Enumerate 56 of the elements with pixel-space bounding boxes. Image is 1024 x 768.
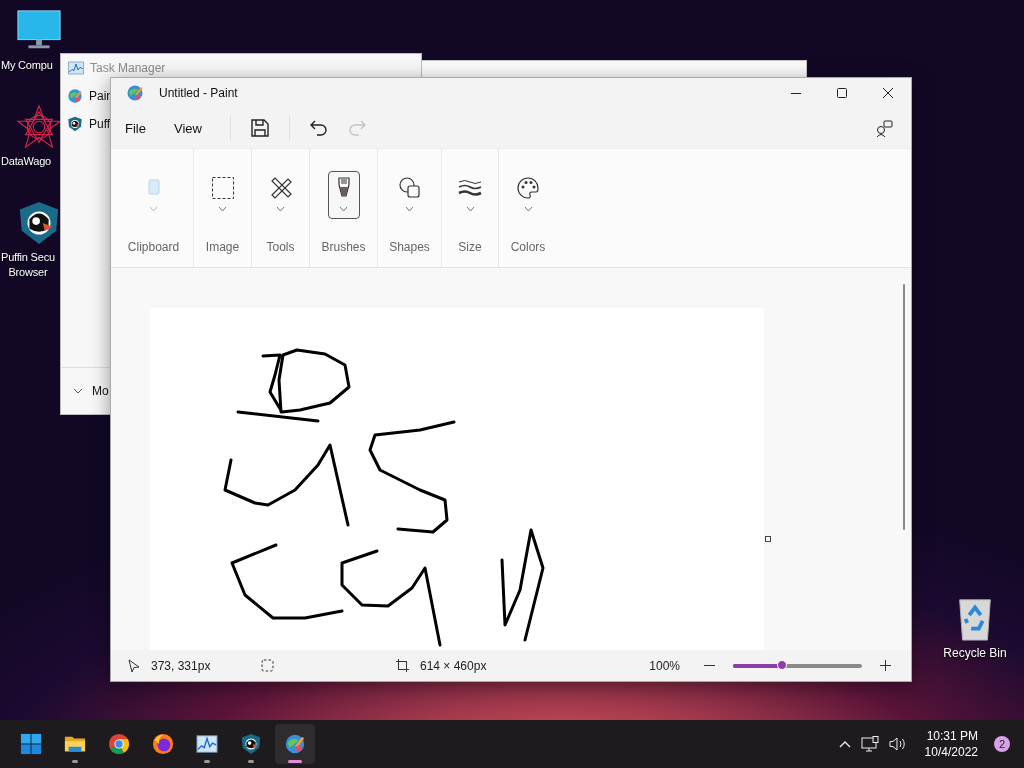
ribbon-tool-button[interactable]: [327, 171, 360, 219]
menu-item[interactable]: File: [115, 114, 156, 142]
ribbon-group-label: Shapes: [389, 240, 430, 254]
chevron-down-icon: [339, 206, 348, 212]
chevron-down-icon: [276, 206, 285, 212]
start-icon: [20, 733, 42, 755]
more-details-link[interactable]: Mo: [92, 384, 109, 398]
zoom-slider[interactable]: [733, 663, 862, 668]
chevron-down-icon: [465, 206, 475, 212]
chevron-down-icon: [523, 206, 533, 212]
ribbon-group-label: Clipboard: [127, 240, 180, 254]
chevron-down-icon: [405, 206, 414, 212]
notification-badge[interactable]: 2: [994, 736, 1010, 752]
palette-globe-icon: [126, 84, 144, 102]
window-title: Untitled - Paint: [159, 86, 238, 100]
menu-item[interactable]: View: [163, 114, 212, 142]
ribbon-group-label: Tools: [266, 240, 295, 254]
chevron-down-icon: [218, 206, 227, 212]
palette-globe-icon: [284, 733, 306, 755]
process-item[interactable]: Puff: [89, 117, 111, 131]
canvas-size: 614 × 460px: [420, 658, 487, 673]
chevron-down-icon: [149, 206, 158, 212]
desktop-icon-label[interactable]: My Compu: [1, 58, 53, 73]
puffin-shield-icon: [67, 116, 83, 132]
chevron-down-icon[interactable]: [73, 388, 83, 394]
taskbar-app-button[interactable]: [275, 724, 315, 764]
ribbon-group-label: Colors: [510, 240, 546, 254]
puffin-shield-icon: [240, 733, 262, 755]
shapes-icon: [397, 176, 422, 200]
fox-globe-icon: [152, 733, 174, 755]
desktop-icon-label[interactable]: DataWago: [1, 154, 51, 169]
selection-icon: [210, 176, 235, 200]
canvas-size-icon: [396, 659, 409, 672]
resize-handle[interactable]: [765, 536, 771, 542]
scrollbar[interactable]: [903, 284, 905, 530]
browser-circle-icon: [108, 733, 130, 755]
window-title: Task Manager: [90, 61, 166, 75]
star-pattern-icon[interactable]: [16, 104, 62, 150]
desktop-icon-label[interactable]: Puffin Secu Browser: [1, 250, 55, 280]
ribbon-group-label: Size: [458, 240, 482, 254]
cursor-position: 373, 331px: [151, 658, 211, 673]
clock-time[interactable]: 10:31 PM: [926, 728, 978, 744]
palette-globe-icon: [67, 88, 83, 104]
graph-icon: [68, 60, 84, 76]
volume-icon[interactable]: [888, 736, 907, 752]
zoom-level: 100%: [649, 658, 680, 673]
clock-date[interactable]: 10/4/2022: [924, 744, 978, 760]
ribbon-group-label: Image: [205, 240, 240, 254]
palette-icon: [516, 176, 540, 200]
pointer-icon: [128, 658, 140, 673]
graph-icon: [196, 733, 218, 755]
chevron-up-icon[interactable]: [838, 740, 851, 748]
selection-icon: [261, 659, 274, 672]
ribbon-group-label: Brushes: [321, 240, 366, 254]
desktop-icon-label[interactable]: Recycle Bin: [943, 646, 1007, 661]
network-icon[interactable]: [860, 736, 879, 752]
